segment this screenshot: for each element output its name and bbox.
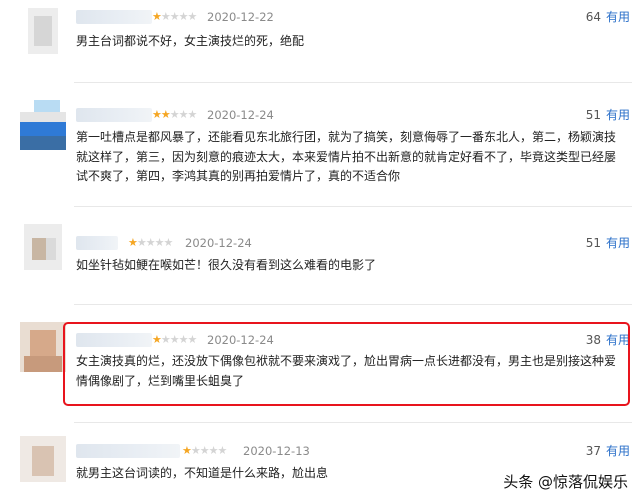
rating-stars: ★★★★★ [128, 236, 173, 249]
review-date: 2020-12-22 [207, 10, 274, 24]
useful-button[interactable]: 有用 [606, 236, 630, 250]
watermark: 头条 @惊落侃娱乐 [503, 471, 628, 492]
avatar[interactable] [20, 436, 66, 482]
useful-button[interactable]: 有用 [606, 10, 630, 24]
avatar[interactable] [20, 100, 66, 150]
avatar[interactable] [20, 8, 66, 54]
watermark-text: 头条 @惊落侃娱乐 [503, 473, 628, 491]
username[interactable] [76, 10, 152, 24]
review-date: 2020-12-13 [243, 444, 310, 458]
highlight-box [63, 322, 630, 406]
username[interactable] [76, 108, 152, 122]
useful-votes: 37 有用 [586, 444, 630, 458]
useful-button[interactable]: 有用 [606, 444, 630, 458]
useful-count: 51 [585, 236, 601, 250]
useful-votes: 64 有用 [586, 10, 630, 24]
review-date: 2020-12-24 [207, 108, 274, 122]
rating-stars: ★★★★★ [152, 108, 197, 121]
useful-count: 64 [585, 10, 601, 24]
review-text: 男主台词都说不好，女主演技烂的死，绝配 [76, 34, 305, 48]
useful-count: 51 [585, 108, 601, 122]
avatar[interactable] [20, 224, 66, 270]
divider [74, 206, 632, 207]
avatar[interactable] [20, 322, 66, 372]
rating-stars: ★★★★★ [152, 10, 197, 23]
useful-count: 37 [585, 444, 601, 458]
divider [74, 422, 632, 423]
useful-button[interactable]: 有用 [606, 108, 630, 122]
review-text: 如坐针毡如鲠在喉如芒！很久没有看到这么难看的电影了 [76, 258, 377, 272]
useful-votes: 51 有用 [586, 236, 630, 250]
divider [74, 304, 632, 305]
review-text: 就男主这台词读的，不知道是什么来路，尬出息 [76, 466, 329, 480]
rating-stars: ★★★★★ [182, 444, 227, 457]
username[interactable] [76, 236, 118, 250]
review-date: 2020-12-24 [185, 236, 252, 250]
username[interactable] [76, 444, 180, 458]
divider [74, 82, 632, 83]
review-text: 第一吐槽点是都风暴了，还能看见东北旅行团，就为了搞笑，刻意侮辱了一番东北人，第二… [76, 130, 617, 183]
useful-votes: 51 有用 [586, 108, 630, 122]
